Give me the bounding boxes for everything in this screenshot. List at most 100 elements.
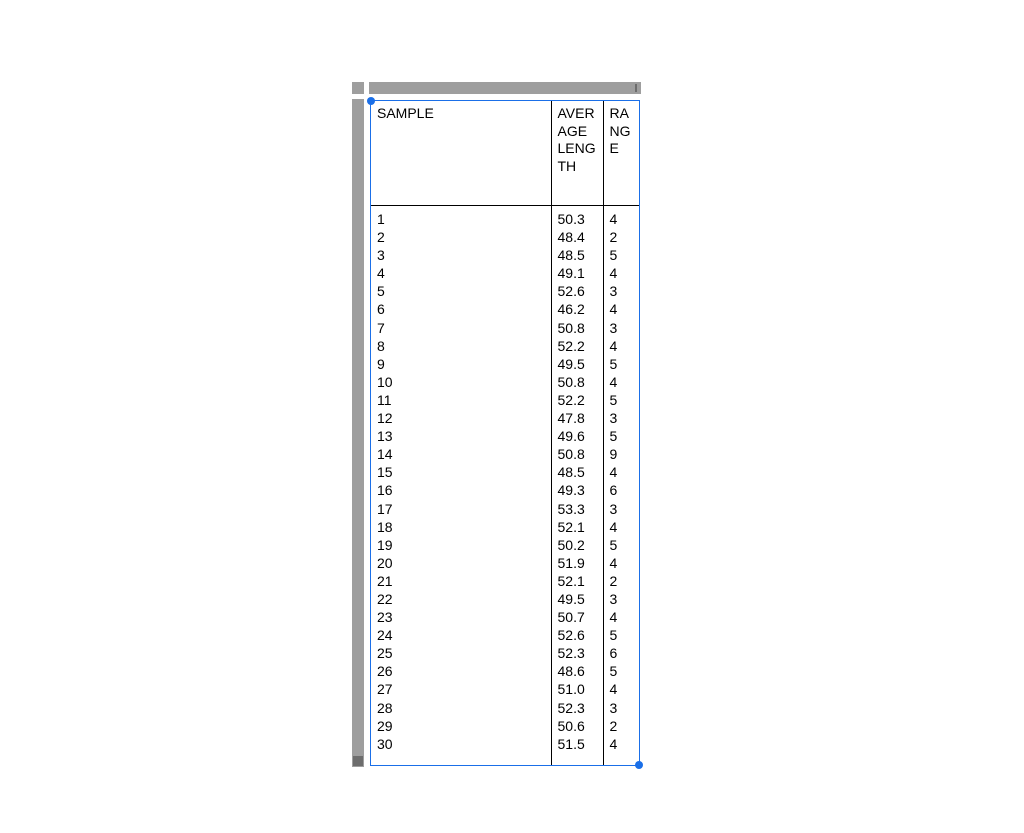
cell-range: 3 [610,699,636,717]
cell-average-length: 46.2 [558,300,599,318]
cell-average-length: 49.5 [558,355,599,373]
cell-sample: 12 [377,409,547,427]
cell-range: 5 [610,246,636,264]
ruler-horizontal[interactable] [369,82,641,94]
cell-sample: 7 [377,319,547,337]
cell-average-length: 50.2 [558,536,599,554]
cell-range: 4 [610,300,636,318]
cell-sample: 30 [377,735,547,753]
cell-average-length: 51.9 [558,554,599,572]
cell-range: 4 [610,554,636,572]
cell-average-length: 52.2 [558,337,599,355]
cell-sample: 28 [377,699,547,717]
cell-average-length: 51.5 [558,735,599,753]
cell-range: 6 [610,481,636,499]
cell-sample: 29 [377,717,547,735]
col-header-range: RANGE [603,101,639,206]
col-body-average-length: 50.348.448.549.152.646.250.852.249.550.8… [551,206,603,766]
cell-average-length: 53.3 [558,500,599,518]
cell-average-length: 48.5 [558,463,599,481]
cell-sample: 6 [377,300,547,318]
cell-range: 2 [610,228,636,246]
selection-handle-top-left[interactable] [367,97,375,105]
cell-sample: 13 [377,427,547,445]
ruler-vertical[interactable] [352,99,364,767]
cell-average-length: 52.3 [558,644,599,662]
cell-sample: 19 [377,536,547,554]
col-header-average-length: AVERAGE LENGTH [551,101,603,206]
cell-sample: 15 [377,463,547,481]
cell-range: 3 [610,319,636,337]
cell-range: 3 [610,409,636,427]
col-body-sample: 1234567891011121314151617181920212223242… [371,206,551,766]
cell-average-length: 52.3 [558,699,599,717]
cell-sample: 25 [377,644,547,662]
selection-handle-bottom-right[interactable] [635,761,643,769]
cell-sample: 26 [377,662,547,680]
cell-average-length: 49.5 [558,590,599,608]
cell-average-length: 50.3 [558,210,599,228]
cell-average-length: 50.8 [558,319,599,337]
cell-range: 4 [610,735,636,753]
cell-sample: 17 [377,500,547,518]
cell-sample: 18 [377,518,547,536]
cell-average-length: 48.5 [558,246,599,264]
cell-sample: 20 [377,554,547,572]
cell-range: 2 [610,717,636,735]
cell-sample: 21 [377,572,547,590]
cell-average-length: 52.1 [558,518,599,536]
cell-sample: 14 [377,445,547,463]
cell-sample: 4 [377,264,547,282]
editor-stage: SAMPLE AVERAGE LENGTH RANGE 123456789101… [352,82,646,772]
cell-range: 5 [610,427,636,445]
cell-average-length: 52.6 [558,626,599,644]
cell-range: 6 [610,644,636,662]
cell-average-length: 51.0 [558,680,599,698]
cell-average-length: 50.7 [558,608,599,626]
cell-range: 4 [610,210,636,228]
table-header-row: SAMPLE AVERAGE LENGTH RANGE [371,101,639,206]
cell-range: 4 [610,608,636,626]
cell-average-length: 47.8 [558,409,599,427]
table-object[interactable]: SAMPLE AVERAGE LENGTH RANGE 123456789101… [370,100,640,766]
cell-range: 4 [610,518,636,536]
cell-range: 2 [610,572,636,590]
cell-range: 3 [610,282,636,300]
cell-sample: 5 [377,282,547,300]
cell-sample: 22 [377,590,547,608]
cell-average-length: 50.8 [558,373,599,391]
ruler-corner [352,82,364,94]
cell-average-length: 52.6 [558,282,599,300]
cell-range: 4 [610,337,636,355]
cell-range: 4 [610,680,636,698]
cell-average-length: 49.6 [558,427,599,445]
cell-range: 3 [610,590,636,608]
ruler-tick-icon [635,84,637,92]
data-table: SAMPLE AVERAGE LENGTH RANGE 123456789101… [371,101,639,765]
cell-sample: 10 [377,373,547,391]
cell-range: 3 [610,500,636,518]
cell-sample: 23 [377,608,547,626]
cell-average-length: 50.8 [558,445,599,463]
cell-sample: 27 [377,680,547,698]
cell-average-length: 49.3 [558,481,599,499]
cell-sample: 16 [377,481,547,499]
cell-average-length: 48.6 [558,662,599,680]
cell-sample: 8 [377,337,547,355]
cell-range: 4 [610,373,636,391]
cell-sample: 11 [377,391,547,409]
col-header-sample: SAMPLE [371,101,551,206]
cell-sample: 24 [377,626,547,644]
cell-range: 5 [610,662,636,680]
cell-sample: 9 [377,355,547,373]
cell-range: 5 [610,391,636,409]
cell-range: 5 [610,355,636,373]
cell-average-length: 52.2 [558,391,599,409]
cell-average-length: 49.1 [558,264,599,282]
cell-range: 4 [610,264,636,282]
ruler-handle-icon [353,756,363,766]
cell-range: 4 [610,463,636,481]
col-body-range: 425434345453594634542345654324 [603,206,639,766]
cell-average-length: 52.1 [558,572,599,590]
table-body-row: 1234567891011121314151617181920212223242… [371,206,639,766]
